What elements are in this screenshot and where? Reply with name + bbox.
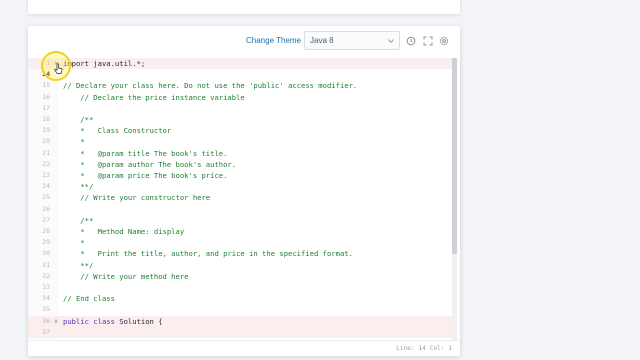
- code-text: * @param title The book's title.: [63, 148, 228, 158]
- code-text: // Declare the price instance variable: [63, 92, 245, 102]
- code-line[interactable]: 24 **/: [28, 181, 452, 192]
- code-text: import java.util.*;: [63, 59, 146, 68]
- code-line[interactable]: 17: [28, 103, 452, 114]
- code-text: * Print the title, author, and price in …: [63, 249, 353, 259]
- line-number: 29: [42, 238, 50, 247]
- code-line[interactable]: 35: [28, 304, 452, 315]
- cursor-position: Line: 14 Col: 1: [396, 345, 452, 352]
- code-line[interactable]: 14: [28, 69, 452, 80]
- code-line[interactable]: 20 *: [28, 136, 452, 147]
- line-number: 32: [42, 271, 50, 280]
- line-number: 18: [42, 115, 50, 123]
- fullscreen-icon[interactable]: [423, 36, 433, 46]
- line-number: 35: [42, 305, 50, 314]
- line-number: 36: [42, 316, 50, 325]
- code-line[interactable]: 19 * Class Constructor: [28, 125, 452, 136]
- line-number: 28: [42, 227, 50, 235]
- line-number: 15: [42, 81, 50, 90]
- code-text: * @param price The book's price.: [63, 171, 228, 180]
- code-line[interactable]: 23 * @param price The book's price.: [28, 170, 452, 181]
- code-line[interactable]: 1 > import java.util.*;: [28, 58, 452, 70]
- scrollbar-thumb[interactable]: [452, 58, 457, 254]
- line-number: 33: [42, 283, 50, 291]
- code-text: *: [63, 238, 85, 248]
- language-select[interactable]: Java 8: [304, 31, 400, 50]
- line-number: 23: [42, 171, 50, 179]
- editor-scrollbar[interactable]: [452, 58, 457, 340]
- code-line[interactable]: 33: [28, 282, 452, 293]
- line-number: 21: [42, 148, 50, 157]
- code-line[interactable]: 29 *: [28, 237, 452, 248]
- code-text: * @param author The book's author.: [63, 159, 237, 169]
- language-select-value: Java 8: [310, 36, 334, 45]
- line-number: 19: [42, 126, 50, 135]
- code-line[interactable]: 34 // End class: [28, 293, 452, 304]
- code-line[interactable]: 25 // Write your constructor here: [28, 192, 452, 203]
- change-theme-link[interactable]: Change Theme: [246, 36, 301, 45]
- code-line[interactable]: 21 * @param title The book's title.: [28, 148, 452, 159]
- code-line[interactable]: 30 * Print the title, author, and price …: [28, 248, 452, 259]
- code-line[interactable]: 31 **/: [28, 260, 452, 271]
- code-text: **/: [63, 260, 94, 270]
- code-text: *: [63, 137, 85, 147]
- previous-panel-card: [28, 0, 460, 14]
- line-number: 37: [42, 327, 50, 336]
- settings-icon[interactable]: [439, 36, 449, 46]
- history-icon[interactable]: [406, 36, 416, 46]
- code-text: // Write your constructor here: [63, 193, 211, 203]
- line-number: 34: [42, 294, 50, 303]
- line-number: 24: [42, 182, 50, 191]
- code-text: // Write your method here: [63, 271, 189, 281]
- line-number: 16: [42, 92, 50, 101]
- line-number: 30: [42, 249, 50, 258]
- code-line[interactable]: 18 /**: [28, 114, 452, 125]
- code-line[interactable]: 32 // Write your method here: [28, 271, 452, 282]
- line-number: 26: [42, 204, 50, 213]
- code-text: // Declare your class here. Do not use t…: [63, 81, 358, 91]
- code-area[interactable]: 1 > import java.util.*; 14 15 // Declare your…: [28, 58, 460, 340]
- code-text: * Method Name: display: [63, 227, 185, 236]
- code-text: **/: [63, 182, 94, 192]
- line-number: 31: [42, 260, 50, 269]
- code-text: /**: [63, 115, 94, 124]
- code-line[interactable]: 26: [28, 204, 452, 215]
- code-line[interactable]: 16 // Declare the price instance variabl…: [28, 92, 452, 103]
- code-token: Solution {: [114, 316, 163, 326]
- code-editor-panel: Change Theme Java 8 1 > import java.util.*…: [28, 26, 460, 356]
- keyword-token: public class: [63, 316, 115, 326]
- code-line[interactable]: 28 * Method Name: display: [28, 226, 452, 237]
- line-number: 20: [42, 137, 50, 146]
- hand-pointer-icon: [54, 63, 63, 74]
- line-number: 27: [42, 215, 50, 224]
- code-text: * Class Constructor: [63, 126, 172, 136]
- code-line[interactable]: 37: [28, 326, 452, 338]
- line-number: 17: [42, 103, 50, 112]
- line-number: 25: [42, 193, 50, 202]
- editor-status-bar: Line: 14 Col: 1: [28, 340, 460, 356]
- chevron-down-icon: [388, 39, 394, 44]
- code-text: public class Solution {: [63, 316, 163, 327]
- code-line[interactable]: 36 v public class Solution {: [28, 315, 452, 327]
- code-text: // End class: [63, 294, 115, 304]
- code-line[interactable]: 15 // Declare your class here. Do not use…: [28, 80, 452, 91]
- code-line[interactable]: 27 /**: [28, 215, 452, 226]
- code-text: /**: [63, 215, 94, 225]
- editor-toolbar: Change Theme Java 8: [28, 26, 460, 56]
- fold-collapse-icon[interactable]: v: [54, 316, 58, 327]
- line-number: 22: [42, 159, 50, 168]
- code-line[interactable]: 22 * @param author The book's author.: [28, 159, 452, 170]
